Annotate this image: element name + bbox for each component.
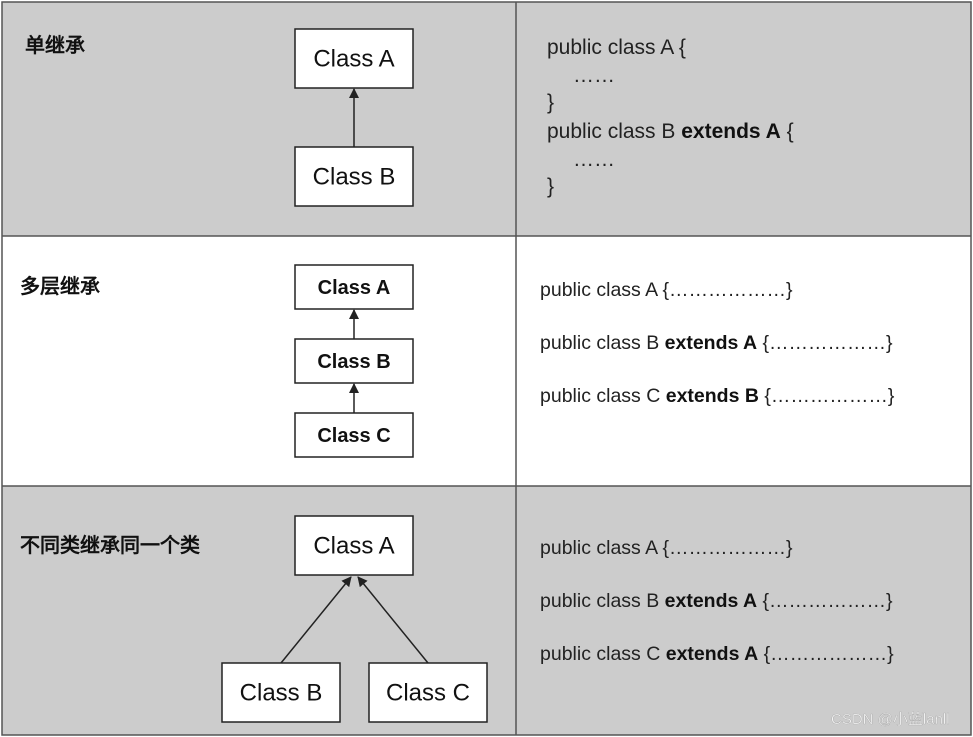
code-line: public class A {………………} [540, 537, 793, 559]
class-box-b: Class B [294, 146, 414, 207]
code-line: public class C extends A {………………} [540, 643, 894, 665]
code-line: public class B extends A { [547, 120, 794, 143]
class-box-b: Class B [221, 662, 341, 723]
row-label: 不同类继承同一个类 [20, 533, 200, 557]
watermark: CSDN @小蓝lanll [831, 711, 950, 728]
svg-text:Class A: Class A [313, 46, 394, 73]
class-box-a: Class A [294, 264, 414, 310]
svg-text:Class C: Class C [386, 680, 470, 707]
code-line: } [547, 175, 554, 198]
code-line: …… [573, 148, 615, 171]
code-line: public class C extends B {………………} [540, 385, 895, 407]
class-box-c: Class C [368, 662, 488, 723]
svg-text:Class B: Class B [313, 164, 396, 191]
code-line: } [547, 91, 554, 114]
code-line: public class B extends A {………………} [540, 590, 893, 612]
inheritance-diagram: 单继承 Class A Class B public class A { …… … [1, 1, 972, 736]
svg-text:Class A: Class A [313, 533, 394, 560]
class-box-a: Class A [294, 28, 414, 89]
class-box-a: Class A [294, 515, 414, 576]
code-line: public class A { [547, 36, 686, 59]
code-line: public class A {………………} [540, 279, 793, 301]
row-label: 多层继承 [20, 274, 100, 298]
row-multilevel-inheritance [2, 236, 971, 486]
code-line: public class B extends A {………………} [540, 332, 893, 354]
row-label: 单继承 [25, 33, 85, 57]
svg-text:Class B: Class B [240, 680, 323, 707]
svg-text:Class C: Class C [317, 425, 390, 447]
row-single-inheritance [2, 2, 971, 236]
class-box-b: Class B [294, 338, 414, 384]
svg-text:Class A: Class A [318, 277, 391, 299]
svg-text:Class B: Class B [317, 351, 390, 373]
code-line: …… [573, 64, 615, 87]
class-box-c: Class C [294, 412, 414, 458]
